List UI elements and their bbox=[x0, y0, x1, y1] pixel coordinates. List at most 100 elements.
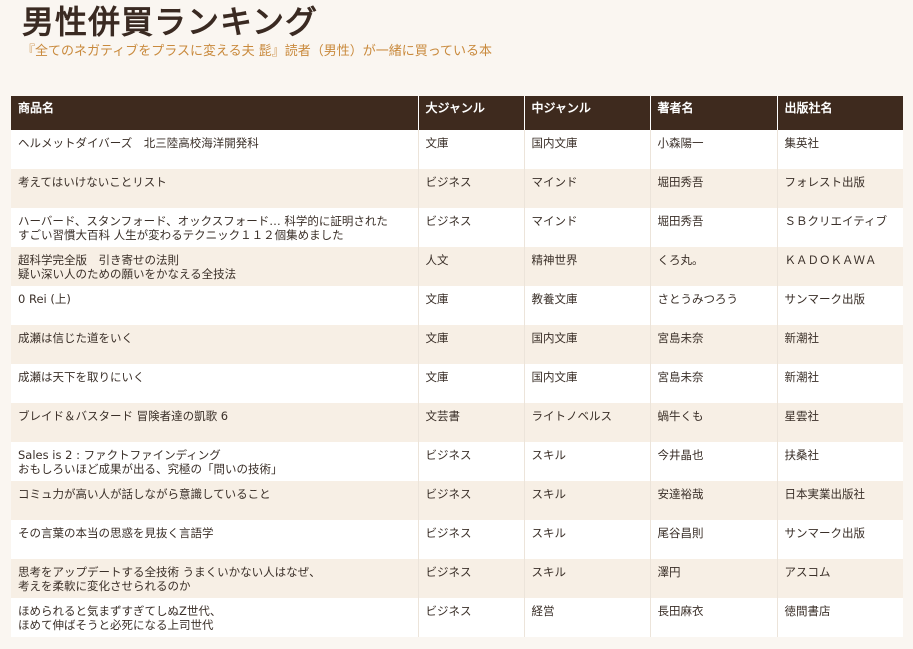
publisher-cell: サンマーク出版 bbox=[777, 286, 903, 325]
subgenre-cell: スキル bbox=[524, 442, 651, 481]
genre-cell: ビジネス bbox=[418, 481, 525, 520]
publisher-cell: フォレスト出版 bbox=[777, 169, 903, 208]
author-cell: 宮島未奈 bbox=[650, 325, 778, 364]
subgenre-cell: 経営 bbox=[524, 598, 651, 637]
publisher-cell: 徳間書店 bbox=[777, 598, 903, 637]
table-row[interactable]: ヘルメットダイバーズ 北三陸高校海洋開発科 文庫 国内文庫 小森陽一 集英社 bbox=[11, 130, 903, 169]
subgenre-cell: ライトノベルス bbox=[524, 403, 651, 442]
book-title-line: 成瀬は信じた道をいく bbox=[18, 331, 133, 345]
table-row[interactable]: 成瀬は天下を取りにいく 文庫 国内文庫 宮島未奈 新潮社 bbox=[11, 364, 903, 403]
book-title-cell[interactable]: 0 Rei (上) bbox=[11, 286, 419, 325]
table-row[interactable]: 0 Rei (上) 文庫 教養文庫 さとうみつろう サンマーク出版 bbox=[11, 286, 903, 325]
table-row[interactable]: 超科学完全版 引き寄せの法則 疑い深い人のための願いをかなえる全技法 人文 精神世界く… bbox=[11, 247, 903, 286]
author-cell: 尾谷昌則 bbox=[650, 520, 778, 559]
table-row[interactable]: コミュ力が高い人が話しながら意識していること ビジネス スキル 安達裕哉 日本実業出版社 bbox=[11, 481, 903, 520]
subgenre-cell: マインド bbox=[524, 169, 651, 208]
book-title-cell[interactable]: ブレイド＆バスタード 冒険者達の凱歌 6 bbox=[11, 403, 419, 442]
publisher-cell: 新潮社 bbox=[777, 325, 903, 364]
book-title-line: ヘルメットダイバーズ 北三陸高校海洋開発科 bbox=[18, 136, 259, 150]
publisher-cell: 集英社 bbox=[777, 130, 903, 169]
genre-cell: 文庫 bbox=[418, 364, 525, 403]
genre-cell: ビジネス bbox=[418, 208, 525, 247]
book-title-line: ほめられると気まずすぎてしぬZ世代、 bbox=[18, 604, 222, 618]
subgenre-cell: マインド bbox=[524, 208, 651, 247]
genre-cell: 文芸書 bbox=[418, 403, 525, 442]
subgenre-cell: スキル bbox=[524, 520, 651, 559]
book-title-line: 0 Rei (上) bbox=[18, 292, 71, 306]
book-title-line: おもしろいほど成果が出る、究極の「問いの技術」 bbox=[18, 462, 283, 476]
genre-cell: ビジネス bbox=[418, 169, 525, 208]
book-title-line: すごい習慣大百科 人生が変わるテクニック１１２個集めました bbox=[18, 228, 344, 242]
book-title-cell[interactable]: 考えてはいけないことリスト bbox=[11, 169, 419, 208]
book-title-line: 疑い深い人のための願いをかなえる全技法 bbox=[18, 267, 237, 281]
table-row[interactable]: ハーバード、スタンフォード、オックスフォード… 科学的に証明された すごい習慣大百… bbox=[11, 208, 903, 247]
publisher-cell: アスコム bbox=[777, 559, 903, 598]
author-cell: くろ丸。 bbox=[650, 247, 778, 286]
book-title-cell[interactable]: 思考をアップデートする全技術 うまくいかない人はなぜ、 考えを柔軟に変化させられる… bbox=[11, 559, 419, 598]
publisher-cell: ＫＡＤＯＫＡＷＡ bbox=[777, 247, 903, 286]
page-title: 男性併買ランキング bbox=[22, 3, 319, 41]
ranking-table: 商品名 大ジャンル 中ジャンル 著者名 出版社名 ヘルメットダイバーズ 北三陸高… bbox=[11, 96, 903, 637]
genre-cell: ビジネス bbox=[418, 442, 525, 481]
publisher-cell: 扶桑社 bbox=[777, 442, 903, 481]
column-header-subgenre: 中ジャンル bbox=[524, 96, 651, 130]
genre-cell: 人文 bbox=[418, 247, 525, 286]
book-title-line: 超科学完全版 引き寄せの法則 bbox=[18, 253, 179, 267]
table-row[interactable]: 考えてはいけないことリスト ビジネス マインド 堀田秀吾 フォレスト出版 bbox=[11, 169, 903, 208]
book-title-line: 成瀬は天下を取りにいく bbox=[18, 370, 145, 384]
ranking-table-container: 商品名 大ジャンル 中ジャンル 著者名 出版社名 ヘルメットダイバーズ 北三陸高… bbox=[11, 96, 903, 637]
book-title-line: ほめて伸ばそうと必死になる上司世代 bbox=[18, 618, 214, 632]
genre-cell: ビジネス bbox=[418, 520, 525, 559]
genre-cell: 文庫 bbox=[418, 325, 525, 364]
book-title-line: ブレイド＆バスタード 冒険者達の凱歌 6 bbox=[18, 409, 229, 423]
publisher-cell: 星雲社 bbox=[777, 403, 903, 442]
author-cell: 安達裕哉 bbox=[650, 481, 778, 520]
book-title-cell[interactable]: 成瀬は天下を取りにいく bbox=[11, 364, 419, 403]
table-row[interactable]: 成瀬は信じた道をいく 文庫 国内文庫 宮島未奈 新潮社 bbox=[11, 325, 903, 364]
table-header-row: 商品名 大ジャンル 中ジャンル 著者名 出版社名 bbox=[11, 96, 903, 130]
book-title-cell[interactable]: ハーバード、スタンフォード、オックスフォード… 科学的に証明された すごい習慣大百… bbox=[11, 208, 419, 247]
table-row[interactable]: ブレイド＆バスタード 冒険者達の凱歌 6 文芸書 ライトノベルス 蝸牛くも 星雲社 bbox=[11, 403, 903, 442]
subgenre-cell: 国内文庫 bbox=[524, 130, 651, 169]
table-row[interactable]: ほめられると気まずすぎてしぬZ世代、 ほめて伸ばそうと必死になる上司世代 ビジネス経… bbox=[11, 598, 903, 637]
author-cell: 宮島未奈 bbox=[650, 364, 778, 403]
book-title-line: コミュ力が高い人が話しながら意識していること bbox=[18, 487, 271, 501]
book-title-line: 考えてはいけないことリスト bbox=[18, 175, 167, 189]
author-cell: 今井晶也 bbox=[650, 442, 778, 481]
book-title-line: 思考をアップデートする全技術 うまくいかない人はなぜ、 bbox=[18, 565, 321, 579]
book-title-line: ハーバード、スタンフォード、オックスフォード… 科学的に証明された bbox=[18, 214, 388, 228]
subgenre-cell: 教養文庫 bbox=[524, 286, 651, 325]
author-cell: 蝸牛くも bbox=[650, 403, 778, 442]
table-row[interactable]: 思考をアップデートする全技術 うまくいかない人はなぜ、 考えを柔軟に変化させられる… bbox=[11, 559, 903, 598]
book-title-cell[interactable]: コミュ力が高い人が話しながら意識していること bbox=[11, 481, 419, 520]
publisher-cell: ＳＢクリエイティブ bbox=[777, 208, 903, 247]
page-header: 男性併買ランキング 『全てのネガティブをプラスに変える夫 髭』読者（男性）が一緒… bbox=[22, 0, 902, 61]
genre-cell: ビジネス bbox=[418, 598, 525, 637]
column-header-title: 商品名 bbox=[11, 96, 419, 130]
subgenre-cell: 国内文庫 bbox=[524, 364, 651, 403]
column-header-author: 著者名 bbox=[650, 96, 778, 130]
book-title-cell[interactable]: Sales is 2 : ファクトファインディング おもしろいほど成果が出る、究… bbox=[11, 442, 419, 481]
genre-cell: 文庫 bbox=[418, 130, 525, 169]
book-title-cell[interactable]: その言葉の本当の思惑を見抜く言語学 bbox=[11, 520, 419, 559]
subgenre-cell: 精神世界 bbox=[524, 247, 651, 286]
book-title-line: その言葉の本当の思惑を見抜く言語学 bbox=[18, 526, 214, 540]
genre-cell: ビジネス bbox=[418, 559, 525, 598]
column-header-publisher: 出版社名 bbox=[777, 96, 903, 130]
book-title-cell[interactable]: 成瀬は信じた道をいく bbox=[11, 325, 419, 364]
subgenre-cell: スキル bbox=[524, 559, 651, 598]
book-title-cell[interactable]: 超科学完全版 引き寄せの法則 疑い深い人のための願いをかなえる全技法 bbox=[11, 247, 419, 286]
publisher-cell: サンマーク出版 bbox=[777, 520, 903, 559]
author-cell: さとうみつろう bbox=[650, 286, 778, 325]
book-title-line: 考えを柔軟に変化させられるのか bbox=[18, 579, 191, 593]
subgenre-cell: 国内文庫 bbox=[524, 325, 651, 364]
book-title-cell[interactable]: ほめられると気まずすぎてしぬZ世代、 ほめて伸ばそうと必死になる上司世代 bbox=[11, 598, 419, 637]
table-row[interactable]: その言葉の本当の思惑を見抜く言語学 ビジネス スキル 尾谷昌則 サンマーク出版 bbox=[11, 520, 903, 559]
publisher-cell: 新潮社 bbox=[777, 364, 903, 403]
table-row[interactable]: Sales is 2 : ファクトファインディング おもしろいほど成果が出る、究… bbox=[11, 442, 903, 481]
author-cell: 堀田秀吾 bbox=[650, 208, 778, 247]
genre-cell: 文庫 bbox=[418, 286, 525, 325]
book-title-cell[interactable]: ヘルメットダイバーズ 北三陸高校海洋開発科 bbox=[11, 130, 419, 169]
subgenre-cell: スキル bbox=[524, 481, 651, 520]
table-body: ヘルメットダイバーズ 北三陸高校海洋開発科 文庫 国内文庫 小森陽一 集英社 考えてはいけ… bbox=[11, 130, 903, 637]
